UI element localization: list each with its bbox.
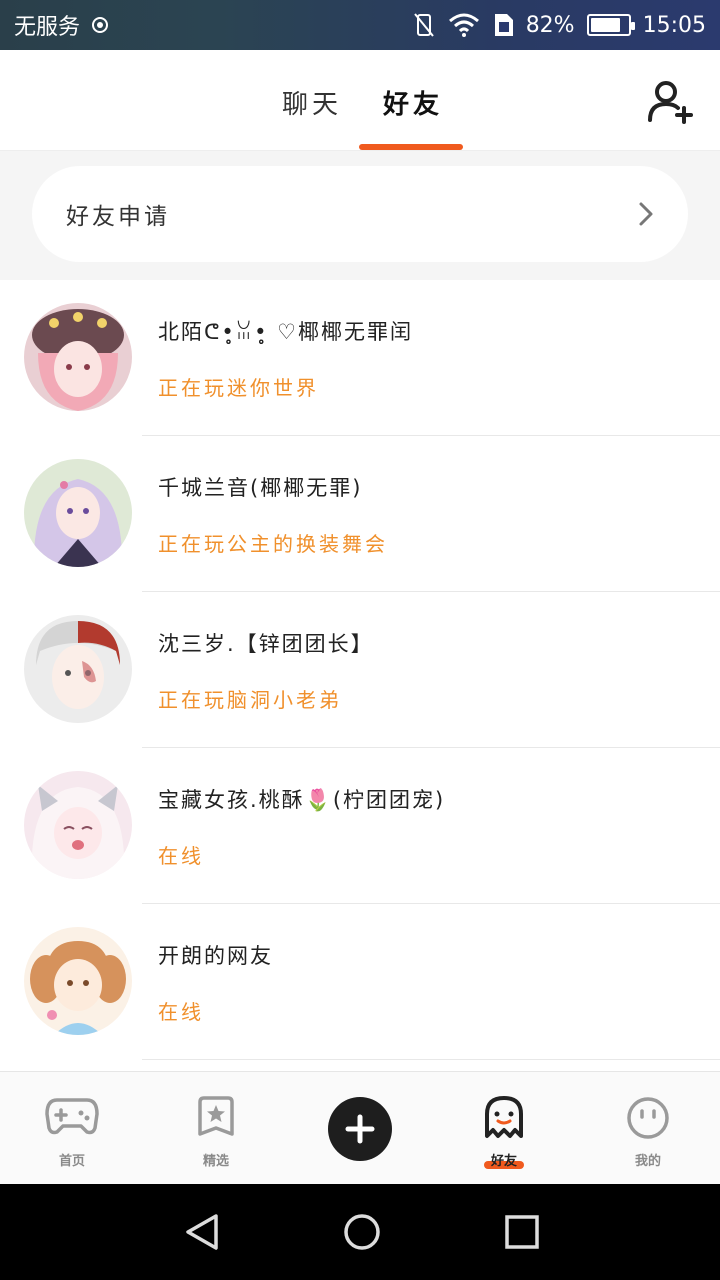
- nav-home[interactable]: 首页: [0, 1072, 144, 1185]
- create-button[interactable]: [328, 1097, 392, 1161]
- bottom-nav: 首页 精选 好友 我的: [0, 1071, 720, 1184]
- plus-icon: [345, 1114, 375, 1144]
- friend-row[interactable]: 宝藏女孩.桃酥🌷(柠团团宠) 在线: [0, 748, 720, 904]
- back-icon[interactable]: [182, 1212, 222, 1252]
- battery-percent: 82%: [525, 12, 575, 38]
- friend-status: 正在玩迷你世界: [158, 376, 319, 400]
- avatar[interactable]: [24, 459, 132, 567]
- friend-name: 沈三岁.【锌团团长】: [158, 632, 374, 656]
- add-user-icon[interactable]: [646, 80, 694, 124]
- carrier-text: 无服务: [14, 15, 81, 40]
- friend-status: 在线: [158, 1000, 204, 1024]
- friend-request-section: 好友申请: [0, 151, 720, 280]
- friend-row[interactable]: 北陌ᕦ•̥̥ꈍ•̥̥ ♡椰椰无罪闰 正在玩迷你世界: [0, 280, 720, 436]
- clock: 15:05: [642, 12, 706, 38]
- divider: [142, 1059, 720, 1060]
- friend-name: 宝藏女孩.桃酥🌷(柠团团宠): [158, 788, 446, 812]
- nav-featured[interactable]: 精选: [144, 1072, 288, 1185]
- friend-status: 正在玩公主的换装舞会: [158, 532, 388, 556]
- vibrate-icon: [413, 13, 434, 37]
- active-tab-indicator: [359, 144, 463, 150]
- avatar[interactable]: [24, 771, 132, 879]
- recents-icon[interactable]: [502, 1212, 542, 1252]
- status-bar: 无服务 82% 15:05: [0, 0, 720, 50]
- header: 聊天 好友: [0, 50, 720, 151]
- home-icon[interactable]: [342, 1212, 382, 1252]
- tab-friends[interactable]: 好友: [383, 84, 443, 121]
- friend-row[interactable]: 开朗的网友 在线: [0, 904, 720, 1060]
- nav-me[interactable]: 我的: [576, 1072, 720, 1185]
- nav-featured-label: 精选: [202, 1154, 229, 1169]
- avatar[interactable]: [24, 615, 132, 723]
- friend-list: 北陌ᕦ•̥̥ꈍ•̥̥ ♡椰椰无罪闰 正在玩迷你世界 千城兰音(椰椰无罪) 正在玩…: [0, 280, 720, 1060]
- star-bookmark-icon: [198, 1096, 234, 1136]
- gamepad-icon: [45, 1098, 99, 1135]
- hotspot-icon: [92, 17, 109, 33]
- tab-chat[interactable]: 聊天: [282, 84, 342, 121]
- ghost-icon: [485, 1096, 523, 1138]
- nav-home-label: 首页: [58, 1154, 85, 1169]
- sim-icon: [494, 14, 513, 36]
- friend-request-button[interactable]: 好友申请: [32, 166, 688, 262]
- wifi-icon: [448, 13, 479, 37]
- avatar[interactable]: [24, 927, 132, 1035]
- friend-name: 千城兰音(椰椰无罪): [158, 476, 363, 500]
- nav-friends[interactable]: 好友: [432, 1072, 576, 1185]
- nav-friends-label: 好友: [490, 1154, 517, 1169]
- system-nav-bar: [0, 1184, 720, 1280]
- friend-row[interactable]: 沈三岁.【锌团团长】 正在玩脑洞小老弟: [0, 592, 720, 748]
- smiley-icon: [627, 1097, 669, 1139]
- friend-request-label: 好友申请: [66, 204, 170, 230]
- battery-icon: [586, 14, 635, 36]
- nav-me-label: 我的: [634, 1154, 661, 1169]
- chevron-right-icon: [639, 202, 653, 226]
- friend-row[interactable]: 千城兰音(椰椰无罪) 正在玩公主的换装舞会: [0, 436, 720, 592]
- friend-status: 在线: [158, 844, 204, 868]
- avatar[interactable]: [24, 303, 132, 411]
- friend-name: 开朗的网友: [158, 944, 273, 968]
- friend-name: 北陌ᕦ•̥̥ꈍ•̥̥ ♡椰椰无罪闰: [158, 320, 414, 344]
- friend-status: 正在玩脑洞小老弟: [158, 688, 342, 712]
